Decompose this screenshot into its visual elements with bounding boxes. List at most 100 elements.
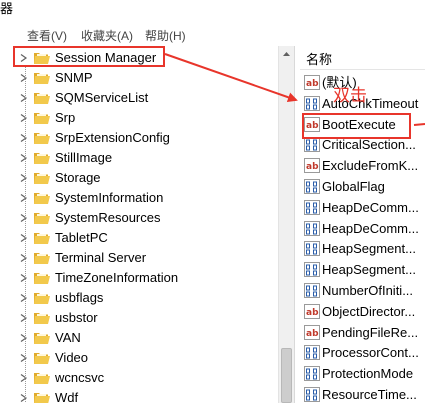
session-manager-highlight-box	[13, 46, 165, 67]
folder-icon	[33, 331, 51, 345]
tree-item[interactable]: Srp	[0, 108, 278, 128]
folder-icon	[33, 111, 51, 125]
value-name-label: ProcessorCont...	[322, 345, 419, 360]
expand-triangle-icon[interactable]	[20, 394, 28, 402]
tree-item-label: Wdf	[55, 390, 79, 403]
value-row[interactable]: HeapSegment...	[300, 238, 425, 259]
value-row[interactable]: ResourceTime...	[300, 384, 425, 403]
tree-item-label: wcncsvc	[55, 370, 105, 385]
tree-item-label: usbstor	[55, 310, 98, 325]
expand-triangle-icon[interactable]	[20, 174, 28, 182]
value-name-label: HeapSegment...	[322, 241, 416, 256]
tree-item[interactable]: usbstor	[0, 308, 278, 328]
svg-text:ab: ab	[306, 329, 319, 339]
menu-favorites[interactable]: 收藏夹(A)	[81, 28, 133, 44]
folder-icon	[33, 191, 51, 205]
tree-item[interactable]: VAN	[0, 328, 278, 348]
value-name-label: ResourceTime...	[322, 387, 417, 402]
menu-view[interactable]: 查看(V)	[27, 28, 67, 44]
expand-triangle-icon[interactable]	[20, 294, 28, 302]
tree-item-label: SrpExtensionConfig	[55, 130, 170, 145]
expand-triangle-icon[interactable]	[20, 334, 28, 342]
expand-triangle-icon[interactable]	[20, 114, 28, 122]
binary-value-icon	[304, 221, 320, 236]
value-row[interactable]: HeapDeComm...	[300, 218, 425, 239]
folder-icon	[33, 271, 51, 285]
svg-text:ab: ab	[306, 79, 319, 89]
expand-triangle-icon[interactable]	[20, 134, 28, 142]
svg-text:ab: ab	[306, 162, 319, 172]
tree-item[interactable]: wcncsvc	[0, 368, 278, 388]
tree-item[interactable]: Terminal Server	[0, 248, 278, 268]
tree-item[interactable]: SrpExtensionConfig	[0, 128, 278, 148]
value-row[interactable]: ProtectionMode	[300, 363, 425, 384]
expand-triangle-icon[interactable]	[20, 314, 28, 322]
tree-item[interactable]: Video	[0, 348, 278, 368]
expand-triangle-icon[interactable]	[20, 254, 28, 262]
tree-item[interactable]: SystemInformation	[0, 188, 278, 208]
folder-icon	[33, 211, 51, 225]
folder-icon	[33, 391, 51, 403]
tree-item-label: usbflags	[55, 290, 104, 305]
value-row[interactable]: ProcessorCont...	[300, 342, 425, 363]
value-name-label: NumberOfIniti...	[322, 283, 414, 298]
column-header-label: 名称	[306, 52, 333, 67]
tree-item[interactable]: StillImage	[0, 148, 278, 168]
scroll-up-arrow-icon[interactable]	[279, 46, 294, 62]
expand-triangle-icon[interactable]	[20, 274, 28, 282]
value-row[interactable]: GlobalFlag	[300, 176, 425, 197]
expand-triangle-icon[interactable]	[20, 74, 28, 82]
window-title-fragment: 器	[0, 1, 14, 16]
binary-value-icon	[304, 179, 320, 194]
expand-triangle-icon[interactable]	[20, 154, 28, 162]
tree-item[interactable]: TimeZoneInformation	[0, 268, 278, 288]
menu-row: 查看(V) 收藏夹(A) 帮助(H)	[0, 28, 425, 44]
expand-triangle-icon[interactable]	[20, 194, 28, 202]
tree-item[interactable]: SQMServiceList	[0, 88, 278, 108]
expand-triangle-icon[interactable]	[20, 354, 28, 362]
expand-triangle-icon[interactable]	[20, 214, 28, 222]
value-name-label: HeapSegment...	[322, 262, 416, 277]
expand-triangle-icon[interactable]	[20, 94, 28, 102]
string-value-icon: ab	[304, 304, 320, 319]
folder-icon	[33, 91, 51, 105]
string-value-icon: ab	[304, 325, 320, 340]
folder-icon	[33, 151, 51, 165]
column-header-name[interactable]: 名称	[300, 50, 425, 70]
tree-item[interactable]: TabletPC	[0, 228, 278, 248]
tree-item[interactable]: SNMP	[0, 68, 278, 88]
tree-item[interactable]: SystemResources	[0, 208, 278, 228]
tree-scrollbar[interactable]	[278, 46, 294, 403]
tree-item-label: TimeZoneInformation	[55, 270, 179, 285]
binary-value-icon	[304, 387, 320, 402]
expand-triangle-icon[interactable]	[20, 234, 28, 242]
tree-item-label: Storage	[55, 170, 101, 185]
value-row[interactable]: ab ExcludeFromK...	[300, 155, 425, 176]
bootexecute-highlight-box	[302, 113, 411, 139]
binary-value-icon	[304, 241, 320, 256]
tree-item[interactable]: Storage	[0, 168, 278, 188]
folder-icon	[33, 351, 51, 365]
string-value-icon: ab	[304, 158, 320, 173]
value-name-label: HeapDeComm...	[322, 221, 419, 236]
folder-icon	[33, 171, 51, 185]
value-row[interactable]: ab ObjectDirector...	[300, 301, 425, 322]
binary-value-icon	[304, 283, 320, 298]
tree-item[interactable]: Wdf	[0, 388, 278, 403]
value-name-label: HeapDeComm...	[322, 200, 419, 215]
tree-item-label: SystemResources	[55, 210, 161, 225]
tree-item[interactable]: usbflags	[0, 288, 278, 308]
svg-text:ab: ab	[306, 308, 319, 318]
value-row[interactable]: HeapDeComm...	[300, 197, 425, 218]
binary-value-icon	[304, 345, 320, 360]
expand-triangle-icon[interactable]	[20, 374, 28, 382]
value-row[interactable]: HeapSegment...	[300, 259, 425, 280]
value-row[interactable]: NumberOfIniti...	[300, 280, 425, 301]
value-row[interactable]: ab PendingFileRe...	[300, 322, 425, 343]
scroll-thumb[interactable]	[281, 348, 292, 403]
menubar: 器 查看(V) 收藏夹(A) 帮助(H)	[0, 0, 425, 46]
folder-icon	[33, 231, 51, 245]
menu-help[interactable]: 帮助(H)	[145, 28, 186, 44]
annotation-double-click-text: 双击	[333, 86, 367, 106]
binary-value-icon	[304, 262, 320, 277]
